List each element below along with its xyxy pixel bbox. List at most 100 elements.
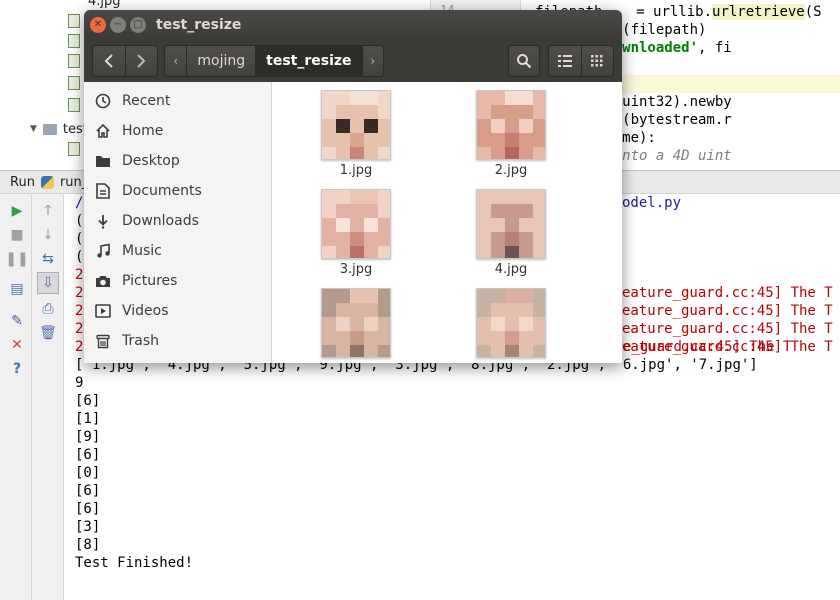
thumbnail-pixel — [491, 289, 505, 303]
thumbnail-pixel — [378, 119, 390, 133]
rerun-icon[interactable]: ▶ — [6, 200, 28, 222]
sidebar-item-music[interactable]: Music — [84, 236, 272, 266]
file-item[interactable] — [461, 288, 561, 363]
trash-icon — [94, 332, 112, 350]
path-scroll-left-button[interactable]: ‹ — [165, 46, 186, 76]
file-item[interactable]: 4.jpg — [461, 189, 561, 285]
close-window-button[interactable]: ✕ — [90, 17, 106, 33]
path-segment-mojing[interactable]: mojing — [186, 46, 255, 76]
view-switcher — [548, 45, 614, 77]
thumbnail-pixel — [519, 317, 533, 331]
thumbnail-pixel — [364, 105, 378, 119]
thumbnail-pixel — [477, 232, 491, 246]
expand-arrow-icon[interactable]: ▼ — [30, 124, 37, 134]
grid-view-icon — [591, 55, 603, 67]
thumbnail-pixel — [350, 204, 364, 218]
thumbnail-pixel — [378, 246, 390, 258]
console-line: ( — [75, 231, 84, 247]
print-icon[interactable]: ⎙ — [37, 298, 59, 320]
thumbnail-pixel — [505, 105, 519, 119]
thumbnail-pixel — [364, 317, 378, 331]
thumbnail-pixel — [491, 190, 505, 204]
console-line: 2 — [75, 267, 84, 283]
thumbnail-pixel — [491, 119, 505, 133]
thumbnail-pixel — [364, 147, 378, 159]
image-file-icon[interactable] — [68, 14, 82, 28]
thumbnail-pixel — [322, 345, 336, 357]
image-file-icon[interactable] — [68, 98, 82, 112]
arrow-down-icon[interactable]: ↓ — [37, 224, 59, 246]
file-item[interactable]: 2.jpg — [461, 90, 561, 186]
list-view-button[interactable] — [549, 46, 581, 76]
thumbnail-pixel — [350, 289, 364, 303]
pause-icon[interactable]: ❚❚ — [5, 248, 28, 270]
sidebar-item-documents[interactable]: Documents — [84, 176, 272, 206]
layout-icon[interactable]: ▤ — [6, 278, 28, 300]
thumbnail-pixel — [322, 91, 336, 105]
thumbnail-pixel — [350, 331, 364, 345]
console-line: 2 — [75, 303, 84, 319]
thumbnail-pixel — [364, 119, 378, 133]
thumbnail-pixel — [364, 190, 378, 204]
file-item[interactable] — [306, 288, 406, 363]
thumbnail-pixel — [350, 246, 364, 258]
back-button[interactable] — [93, 46, 125, 76]
thumbnail-pixel — [519, 303, 533, 317]
file-item[interactable]: 3.jpg — [306, 189, 406, 285]
thumbnail-pixel — [519, 133, 533, 147]
thumbnail-pixel — [364, 246, 378, 258]
file-grid[interactable]: 1.jpg 2.jpg 3.jpg 4.jpg — [273, 82, 622, 363]
thumbnail-pixel — [378, 289, 390, 303]
thumbnail-pixel — [491, 105, 505, 119]
minimize-window-button[interactable]: − — [110, 17, 126, 33]
thumbnail-pixel — [336, 246, 350, 258]
thumbnail-pixel — [350, 232, 364, 246]
chevron-left-icon — [104, 54, 113, 68]
arrow-up-icon[interactable]: ↑ — [37, 200, 59, 222]
title-bar[interactable]: ✕ − □ test_resize — [84, 10, 622, 40]
help-icon[interactable]: ? — [6, 358, 28, 380]
image-file-icon[interactable] — [68, 54, 82, 68]
thumbnail-pixel — [533, 289, 545, 303]
sidebar-item-pictures[interactable]: Pictures — [84, 266, 272, 296]
maximize-window-button[interactable]: □ — [130, 17, 146, 33]
thumbnail-pixel — [336, 105, 350, 119]
tree-file-label[interactable]: 4.jpg — [88, 0, 121, 9]
pin-icon[interactable]: ✎ — [6, 310, 28, 332]
image-file-icon[interactable] — [68, 76, 82, 90]
stop-icon[interactable]: ■ — [6, 224, 28, 246]
sidebar-item-trash[interactable]: Trash — [84, 326, 272, 356]
sidebar-item-home[interactable]: Home — [84, 116, 272, 146]
forward-button[interactable] — [125, 46, 157, 76]
image-thumbnail — [321, 90, 391, 160]
soft-wrap-icon[interactable]: ⇆ — [37, 248, 59, 270]
thumbnail-pixel — [322, 218, 336, 232]
file-manager-window: ✕ − □ test_resize ‹ mojing test_resize › — [84, 10, 622, 363]
scroll-to-end-icon[interactable]: ⇩ — [37, 272, 59, 294]
sidebar-item-recent[interactable]: Recent — [84, 86, 272, 116]
sidebar-item-desktop[interactable]: Desktop — [84, 146, 272, 176]
path-scroll-right-button[interactable]: › — [361, 46, 383, 76]
path-segment-current[interactable]: test_resize — [255, 46, 362, 76]
clear-all-icon[interactable]: 🗑 — [37, 322, 59, 344]
thumbnail-pixel — [364, 218, 378, 232]
thumbnail-pixel — [364, 133, 378, 147]
thumbnail-pixel — [519, 119, 533, 133]
close-icon[interactable]: ✕ — [6, 334, 28, 356]
file-item[interactable]: 1.jpg — [306, 90, 406, 186]
thumbnail-pixel — [350, 133, 364, 147]
sidebar-item-videos[interactable]: Videos — [84, 296, 272, 326]
thumbnail-pixel — [533, 232, 545, 246]
sidebar-item-downloads[interactable]: Downloads — [84, 206, 272, 236]
search-button[interactable] — [508, 45, 540, 77]
thumbnail-pixel — [519, 91, 533, 105]
console-line: [6] — [75, 393, 101, 409]
grid-view-button[interactable] — [581, 46, 613, 76]
image-file-icon[interactable] — [68, 142, 82, 156]
image-file-icon[interactable] — [68, 34, 82, 48]
thumbnail-pixel — [533, 331, 545, 345]
thumbnail-pixel — [336, 190, 350, 204]
tree-folder-test[interactable]: ▼ test — [30, 120, 88, 138]
console-line-fragment: eature_guard.cc:45] The T — [622, 339, 833, 355]
thumbnail-pixel — [322, 317, 336, 331]
